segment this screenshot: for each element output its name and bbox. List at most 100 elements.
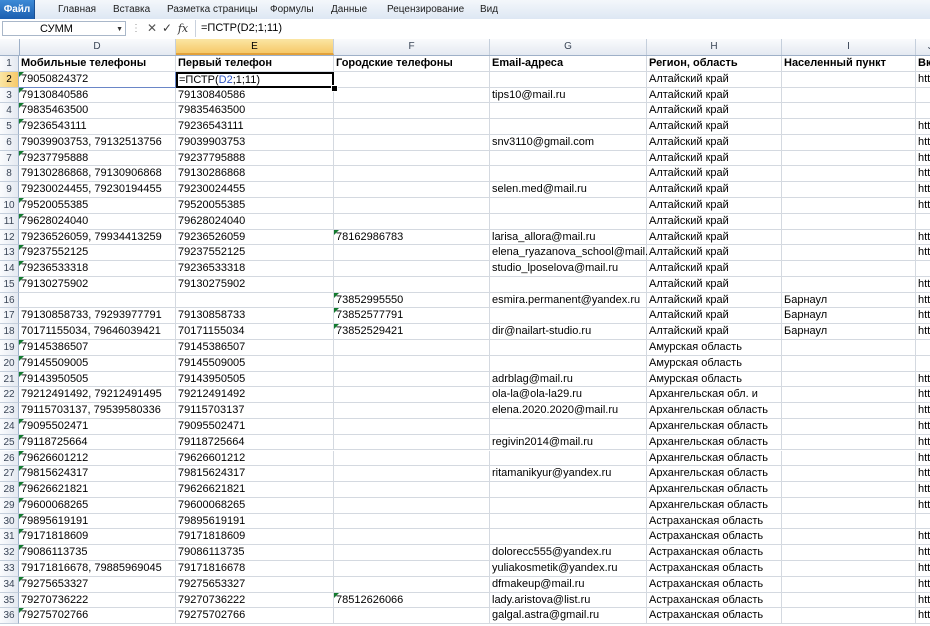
cell-h[interactable]: Астраханская область (647, 560, 782, 577)
cell-g[interactable] (490, 71, 647, 88)
cell-f[interactable] (334, 119, 490, 135)
cell-j[interactable]: htt (916, 151, 930, 167)
cell-f[interactable] (334, 450, 490, 467)
cell-h[interactable]: Амурская область (647, 371, 782, 388)
cell-e[interactable]: 79600068265 (176, 497, 334, 514)
ribbon-tab-5[interactable]: Данные (331, 0, 367, 19)
error-indicator-icon[interactable] (19, 608, 24, 614)
cell-i[interactable]: Барнаул (782, 292, 916, 309)
cell-d[interactable]: 79039903753, 79132513756 (19, 134, 176, 151)
cell-j[interactable]: htt (916, 466, 930, 483)
cell-e[interactable]: 79626621821 (176, 482, 334, 498)
row-header[interactable]: 10 (0, 198, 19, 214)
cell-i[interactable] (782, 513, 916, 530)
cell-e[interactable]: 79130858733 (176, 308, 334, 325)
check-icon[interactable]: ✓ (160, 20, 174, 37)
cell-d[interactable]: 79270736222 (19, 592, 176, 609)
cell-f[interactable] (334, 513, 490, 530)
cell-e[interactable]: 79626601212 (176, 450, 334, 467)
cell-d[interactable]: 79086113735 (19, 545, 176, 561)
cell-e[interactable]: 79086113735 (176, 545, 334, 561)
row-header[interactable]: 16 (0, 292, 19, 309)
cell-g[interactable]: dir@nailart-studio.ru (490, 324, 647, 341)
cell-f[interactable] (334, 545, 490, 561)
cell-h[interactable]: Алтайский край (647, 134, 782, 151)
cell-j[interactable]: htt (916, 435, 930, 451)
cell-f[interactable] (334, 387, 490, 404)
error-indicator-icon[interactable] (334, 324, 339, 330)
select-all-corner[interactable] (0, 39, 20, 55)
cell-g[interactable]: galgal.astra@gmail.ru (490, 608, 647, 625)
cancel-icon[interactable]: ✕ (145, 20, 159, 37)
cell-g[interactable] (490, 482, 647, 498)
error-indicator-icon[interactable] (19, 213, 24, 219)
row-header[interactable]: 26 (0, 450, 19, 467)
row-header[interactable]: 19 (0, 340, 19, 356)
cell-f[interactable]: 73852995550 (334, 292, 490, 309)
cell-j[interactable]: htt (916, 545, 930, 561)
error-indicator-icon[interactable] (334, 592, 339, 598)
cell-e[interactable]: 79118725664 (176, 434, 334, 451)
header-cell-g[interactable]: Email-адреса (490, 56, 647, 72)
cell-f[interactable] (334, 576, 490, 593)
cell-g[interactable]: esmira.permanent@yandex.ru (490, 292, 647, 309)
row-header[interactable]: 3 (0, 87, 19, 104)
cell-g[interactable] (490, 166, 647, 183)
cell-g[interactable]: snv3110@gmail.com (490, 134, 647, 151)
cell-e[interactable]: 79275702766 (176, 608, 334, 625)
cell-g[interactable]: ritamanikyur@yandex.ru (490, 466, 647, 483)
cell-d[interactable]: 79815624317 (19, 466, 176, 483)
row-header[interactable]: 18 (0, 324, 19, 341)
error-indicator-icon[interactable] (19, 545, 24, 551)
cell-g[interactable] (490, 418, 647, 435)
cell-j[interactable] (916, 88, 930, 104)
cell-h[interactable]: Архангельская область (647, 450, 782, 467)
row-header[interactable]: 24 (0, 418, 19, 435)
error-indicator-icon[interactable] (19, 513, 24, 519)
drag-handle-icon[interactable]: ⋮ (131, 23, 141, 34)
cell-f[interactable] (334, 497, 490, 514)
cell-i[interactable] (782, 529, 916, 546)
cell-h[interactable]: Архангельская область (647, 418, 782, 435)
cell-i[interactable] (782, 608, 916, 625)
cell-f[interactable] (334, 71, 490, 88)
cell-i[interactable] (782, 276, 916, 293)
cell-h[interactable]: Алтайский край (647, 261, 782, 277)
cell-d[interactable]: 79095502471 (19, 418, 176, 435)
cell-d[interactable]: 79895619191 (19, 513, 176, 530)
cell-j[interactable]: htt (916, 324, 930, 341)
cell-i[interactable] (782, 103, 916, 120)
cell-j[interactable]: htt (916, 387, 930, 404)
cell-e[interactable]: 79237795888 (176, 150, 334, 167)
row-header[interactable]: 8 (0, 166, 19, 183)
row-header[interactable]: 22 (0, 387, 19, 404)
cell-g[interactable]: elena.2020.2020@mail.ru (490, 403, 647, 419)
cell-d[interactable]: 79628024040 (19, 213, 176, 230)
row-header[interactable]: 29 (0, 497, 19, 514)
cell-j[interactable]: htt (916, 482, 930, 498)
cell-f[interactable] (334, 529, 490, 546)
error-indicator-icon[interactable] (334, 229, 339, 235)
cell-f[interactable] (334, 261, 490, 277)
error-indicator-icon[interactable] (19, 276, 24, 282)
name-box[interactable]: СУММ ▼ (2, 21, 126, 36)
cell-i[interactable] (782, 213, 916, 230)
cell-h[interactable]: Алтайский край (647, 87, 782, 104)
cell-h[interactable]: Алтайский край (647, 119, 782, 135)
cell-g[interactable] (490, 150, 647, 167)
cell-h[interactable]: Алтайский край (647, 166, 782, 183)
cell-f[interactable] (334, 355, 490, 372)
cell-e[interactable] (176, 292, 334, 309)
cell-e[interactable]: 79212491492 (176, 387, 334, 404)
cell-d[interactable]: 79236533318 (19, 261, 176, 277)
cell-d[interactable]: 79171816678, 79885969045 (19, 560, 176, 577)
cell-f[interactable] (334, 103, 490, 120)
row-header[interactable]: 25 (0, 434, 19, 451)
cell-d[interactable]: 79230024455, 79230194455 (19, 182, 176, 198)
cell-j[interactable]: htt (916, 419, 930, 435)
cell-j[interactable]: htt (916, 498, 930, 514)
cell-h[interactable]: Алтайский край (647, 198, 782, 214)
cell-i[interactable] (782, 497, 916, 514)
row-header[interactable]: 31 (0, 529, 19, 546)
cell-d[interactable]: 79237795888 (19, 150, 176, 167)
